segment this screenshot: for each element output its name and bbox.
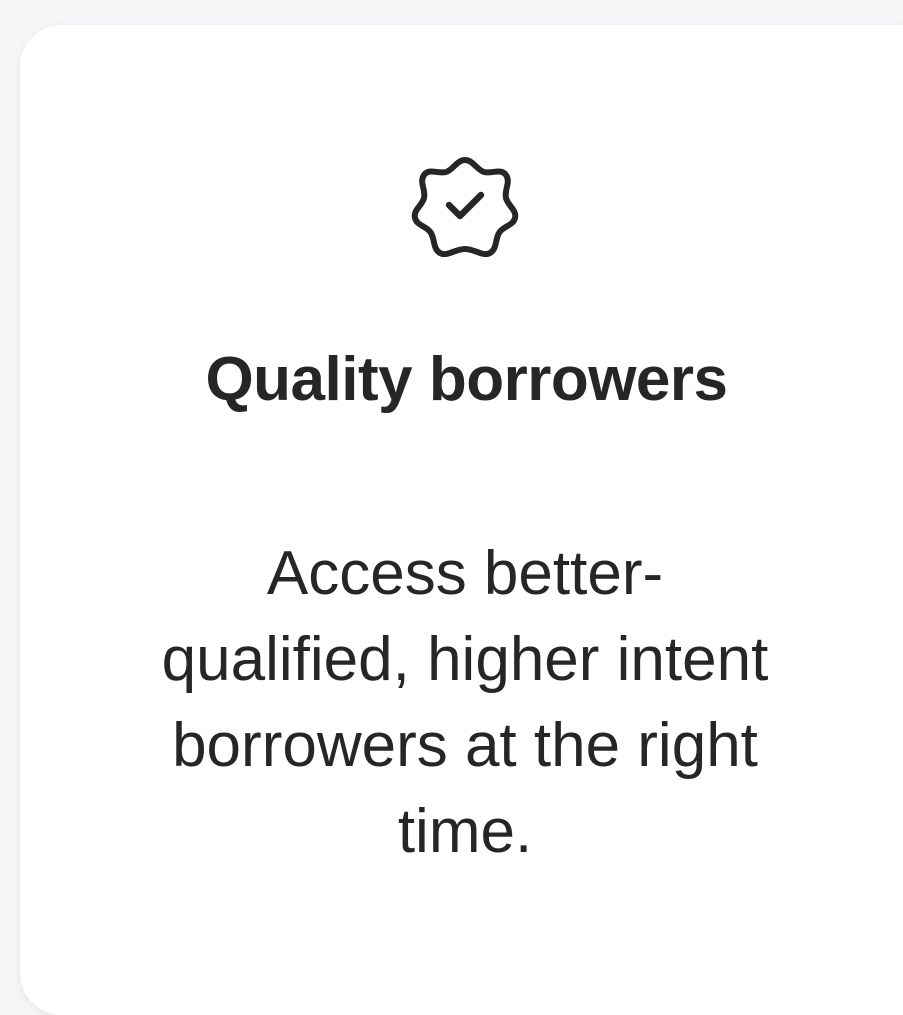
card-description: Access better-qualified, higher intent b… <box>161 539 769 866</box>
card-title: Quality borrowers <box>205 345 728 414</box>
feature-card: Quality borrowers Access better-qualifie… <box>20 25 903 1015</box>
verified-badge-icon <box>407 148 523 264</box>
